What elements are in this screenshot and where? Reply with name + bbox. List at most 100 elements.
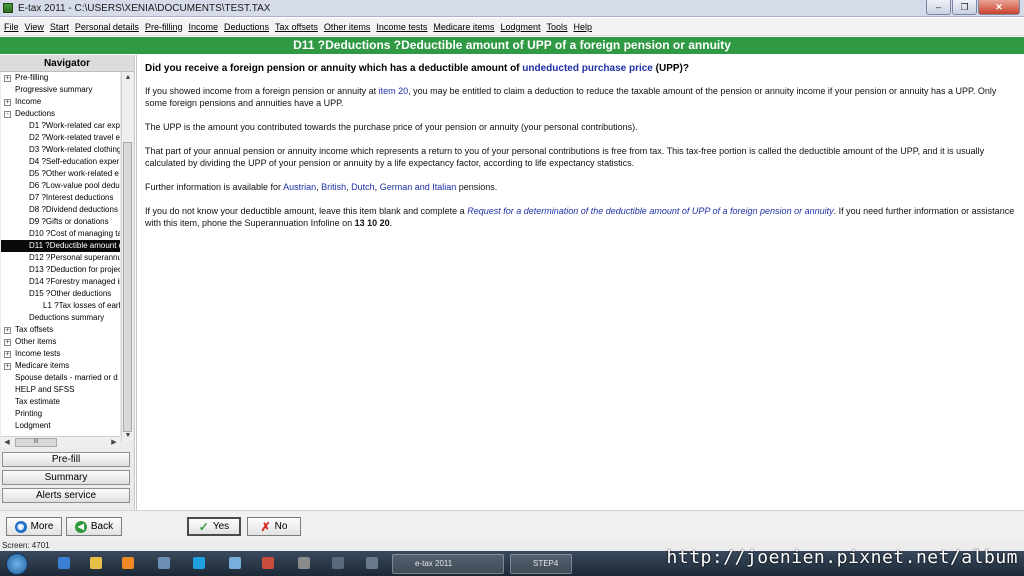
tree-item-label: D12 ?Personal superannu <box>29 253 120 262</box>
upp-link[interactable]: undeducted purchase price <box>522 63 653 74</box>
tree-item[interactable]: D5 ?Other work-related e <box>1 168 120 180</box>
scroll-down-icon[interactable]: ▼ <box>122 430 134 442</box>
tree-item[interactable]: D10 ?Cost of managing tax <box>1 228 120 240</box>
tree-item[interactable]: Deductions summary <box>1 312 120 324</box>
tree-item[interactable]: + Income <box>1 96 120 108</box>
close-icon[interactable]: ✕ <box>978 0 1020 15</box>
tree-item[interactable]: + Medicare items <box>1 360 120 372</box>
no-button[interactable]: ✗ No <box>247 517 301 536</box>
menu-help[interactable]: Help <box>573 22 592 32</box>
scroll-left-icon[interactable]: ◀ <box>1 437 13 449</box>
tree-item[interactable]: Progressive summary <box>1 84 120 96</box>
menu-tax-offsets[interactable]: Tax offsets <box>275 22 318 32</box>
scroll-right-icon[interactable]: ▶ <box>108 437 120 449</box>
more-button[interactable]: ◉ More <box>6 517 62 536</box>
tree-item[interactable]: D15 ?Other deductions <box>1 288 120 300</box>
tree-item[interactable]: L1 ?Tax losses of earlier <box>1 300 120 312</box>
dutch-link[interactable]: Dutch <box>351 182 375 192</box>
app-icon[interactable] <box>158 557 170 569</box>
menu-start[interactable]: Start <box>50 22 69 32</box>
tree-item[interactable]: Spouse details - married or d <box>1 372 120 384</box>
tree-item[interactable]: D7 ?Interest deductions <box>1 192 120 204</box>
expand-icon[interactable]: + <box>4 74 11 82</box>
tree-item[interactable]: D13 ?Deduction for project <box>1 264 120 276</box>
tree-item-label: L1 ?Tax losses of earlier <box>43 301 120 310</box>
tree-item[interactable]: Printing <box>1 408 120 420</box>
pre-fill-button[interactable]: Pre-fill <box>2 452 130 467</box>
app-icon[interactable] <box>366 557 378 569</box>
app-icon[interactable] <box>332 557 344 569</box>
menu-personal-details[interactable]: Personal details <box>75 22 139 32</box>
scroll-up-icon[interactable]: ▲ <box>122 72 134 84</box>
navigator-vertical-scrollbar[interactable]: ▲ ▼ <box>121 72 133 442</box>
summary-button[interactable]: Summary <box>2 470 130 485</box>
chrome-icon[interactable] <box>262 557 274 569</box>
tree-item[interactable]: D9 ?Gifts or donations <box>1 216 120 228</box>
tree-item[interactable]: Tax estimate <box>1 396 120 408</box>
yes-button[interactable]: ✓ Yes <box>187 517 241 536</box>
app-icon[interactable] <box>298 557 310 569</box>
german-italian-link[interactable]: German and Italian <box>380 182 457 192</box>
tree-item[interactable]: D3 ?Work-related clothing <box>1 144 120 156</box>
scroll-thumb[interactable] <box>123 142 132 432</box>
menu-deductions[interactable]: Deductions <box>224 22 269 32</box>
tree-item[interactable]: D8 ?Dividend deductions <box>1 204 120 216</box>
expand-icon[interactable]: + <box>4 350 11 358</box>
menu-file[interactable]: File <box>4 22 19 32</box>
menu-lodgment[interactable]: Lodgment <box>500 22 540 32</box>
british-link[interactable]: British <box>321 182 346 192</box>
menu-view[interactable]: View <box>25 22 44 32</box>
question-heading: Did you receive a foreign pension or ann… <box>145 63 1016 74</box>
taskbar-step4-task[interactable]: STEP4 <box>510 554 572 574</box>
tree-item[interactable]: Lodgment <box>1 420 120 432</box>
tree-item[interactable]: D2 ?Work-related travel e <box>1 132 120 144</box>
request-determination-link[interactable]: Request for a determination of the deduc… <box>467 206 833 216</box>
hscroll-thumb[interactable]: III <box>15 438 57 447</box>
tree-item-label: Progressive summary <box>15 85 93 94</box>
tree-item[interactable]: - Deductions <box>1 108 120 120</box>
tree-item-label: D9 ?Gifts or donations <box>29 217 109 226</box>
start-orb-icon[interactable] <box>6 553 28 575</box>
tree-item[interactable]: + Tax offsets <box>1 324 120 336</box>
tree-item-label: D13 ?Deduction for project <box>29 265 120 274</box>
menu-income-tests[interactable]: Income tests <box>376 22 427 32</box>
tree-item[interactable]: D14 ?Forestry managed in <box>1 276 120 288</box>
app-icon[interactable] <box>229 557 241 569</box>
tree-item[interactable]: + Other items <box>1 336 120 348</box>
minimize-icon[interactable]: – <box>926 0 951 15</box>
skype-icon[interactable] <box>193 557 205 569</box>
back-arrow-icon: ◀ <box>74 520 87 533</box>
expand-icon[interactable]: + <box>4 98 11 106</box>
tree-item[interactable]: D4 ?Self-education exper <box>1 156 120 168</box>
tree-item-label: D4 ?Self-education exper <box>29 157 120 166</box>
folder-icon[interactable] <box>90 557 102 569</box>
tree-item[interactable]: D1 ?Work-related car exp <box>1 120 120 132</box>
item-20-link[interactable]: item 20 <box>379 86 409 96</box>
tree-item[interactable]: + Income tests <box>1 348 120 360</box>
tree-item[interactable]: D11 ?Deductible amount of <box>1 240 120 252</box>
tree-item[interactable]: D6 ?Low-value pool dedu <box>1 180 120 192</box>
expand-icon[interactable]: + <box>4 326 11 334</box>
tree-item[interactable]: HELP and SFSS <box>1 384 120 396</box>
taskbar-etax-task[interactable]: e-tax 2011 <box>392 554 504 574</box>
tree-item-label: Spouse details - married or d <box>15 373 118 382</box>
menu-other-items[interactable]: Other items <box>324 22 371 32</box>
ie-icon[interactable] <box>58 557 70 569</box>
tree-item-label: D3 ?Work-related clothing <box>29 145 120 154</box>
austrian-link[interactable]: Austrian <box>283 182 316 192</box>
tree-item[interactable]: D12 ?Personal superannu <box>1 252 120 264</box>
expand-icon[interactable]: + <box>4 362 11 370</box>
back-button[interactable]: ◀ Back <box>66 517 122 536</box>
alerts-service-button[interactable]: Alerts service <box>2 488 130 503</box>
menu-medicare-items[interactable]: Medicare items <box>433 22 494 32</box>
tree-item-label: D7 ?Interest deductions <box>29 193 114 202</box>
media-player-icon[interactable] <box>122 557 134 569</box>
expand-icon[interactable]: + <box>4 338 11 346</box>
menu-tools[interactable]: Tools <box>546 22 567 32</box>
collapse-icon[interactable]: - <box>4 110 11 118</box>
menu-pre-filling[interactable]: Pre-filling <box>145 22 183 32</box>
restore-icon[interactable]: ❐ <box>952 0 977 15</box>
navigator-horizontal-scrollbar[interactable]: ◀ III ▶ <box>1 436 120 448</box>
tree-item[interactable]: + Pre-filling <box>1 72 120 84</box>
menu-income[interactable]: Income <box>188 22 218 32</box>
